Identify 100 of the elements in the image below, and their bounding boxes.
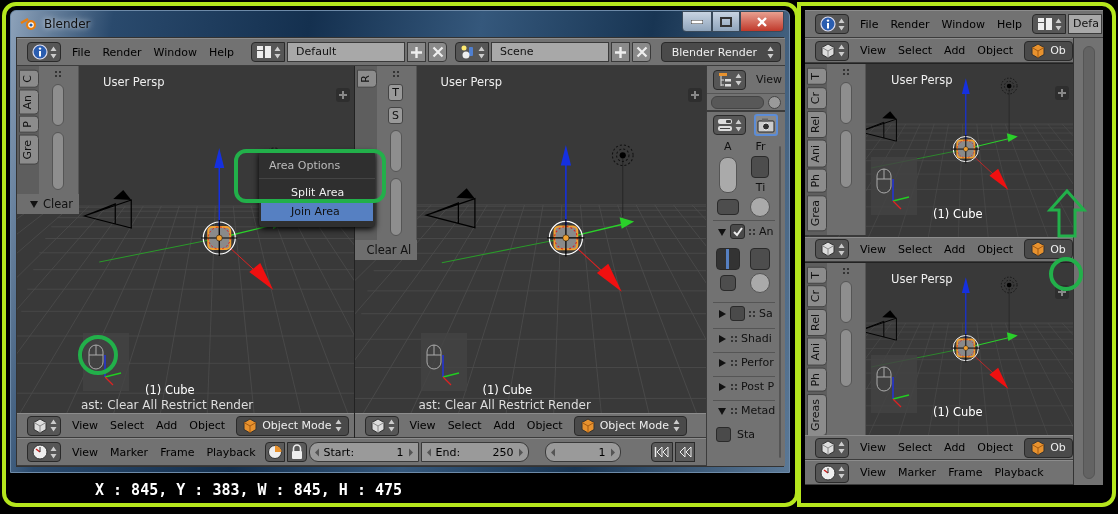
spinner-button[interactable]	[751, 156, 770, 178]
menu-item[interactable]: View	[855, 466, 892, 479]
tool-tab[interactable]: Cr	[807, 285, 827, 308]
menu-item[interactable]: Select	[442, 419, 487, 432]
checkbox[interactable]	[730, 306, 745, 321]
scrollbar[interactable]	[389, 178, 402, 236]
menu-item[interactable]: Add	[939, 441, 971, 454]
scene-name-field[interactable]: Scene	[491, 42, 610, 62]
panel-header[interactable]: Metad	[713, 400, 776, 421]
region-toggle-button[interactable]	[335, 88, 350, 102]
mode-dropdown[interactable]: Ob	[1024, 239, 1073, 259]
mode-dropdown[interactable]: Ob	[1024, 437, 1073, 458]
panel-header[interactable]: Post P	[713, 376, 776, 397]
left-arrow-icon[interactable]	[313, 447, 320, 457]
minimize-button[interactable]	[682, 11, 712, 32]
expand-triangle-icon[interactable]	[717, 381, 727, 392]
right-arrow-icon[interactable]	[517, 447, 524, 457]
menu-item[interactable]: Add	[488, 419, 520, 432]
tool-tab[interactable]: T	[807, 266, 827, 284]
expand-triangle-icon[interactable]	[717, 308, 727, 319]
menu-item[interactable]: File	[855, 17, 884, 31]
scrollbar[interactable]	[1082, 46, 1095, 479]
render-engine-dropdown[interactable]: Blender Render	[660, 42, 781, 62]
panel-header[interactable]: An	[713, 220, 776, 243]
tool-tab[interactable]: Ani	[807, 338, 827, 366]
editor-type-button[interactable]	[713, 115, 746, 135]
menu-item[interactable]: Select	[893, 242, 938, 256]
menu-item[interactable]: Object	[972, 242, 1019, 256]
menu-item[interactable]: View	[67, 419, 104, 432]
collapse-triangle-icon[interactable]	[717, 405, 727, 416]
tool-tab[interactable]: Gre	[19, 134, 39, 165]
menu-item[interactable]: Marker	[105, 445, 154, 459]
end-frame-field[interactable]: End: 250	[420, 442, 529, 462]
toggle-button[interactable]	[718, 157, 737, 193]
tool-tab[interactable]: T	[807, 68, 827, 85]
scrollbar[interactable]	[840, 82, 852, 124]
tool-tab[interactable]: Cr	[807, 86, 827, 109]
layout-browse-button[interactable]	[1032, 14, 1067, 34]
scrollbar[interactable]	[52, 84, 64, 126]
right-arrow-icon[interactable]	[407, 447, 414, 457]
maximize-button[interactable]	[712, 11, 740, 32]
tool-tab[interactable]: Rel	[807, 110, 827, 138]
menu-item[interactable]: Render	[97, 45, 147, 59]
menu-item[interactable]: Object	[972, 44, 1019, 57]
color-bar-button[interactable]	[715, 248, 740, 270]
start-frame-field[interactable]: Start: 1	[308, 442, 419, 462]
tool-tab[interactable]: R	[356, 70, 377, 88]
rewind-button[interactable]	[674, 442, 695, 462]
tool-tab[interactable]: C	[19, 70, 39, 88]
menu-item[interactable]: Frame	[943, 466, 988, 479]
tool-tab[interactable]: Ani	[807, 139, 827, 168]
scrollbar[interactable]	[52, 132, 64, 190]
tool-tab[interactable]: Grea	[807, 195, 827, 232]
dial-button[interactable]	[750, 273, 771, 293]
panel-header[interactable]: Shadi	[713, 328, 776, 349]
menu-item[interactable]: View	[67, 445, 104, 459]
editor-type-button[interactable]	[815, 40, 849, 61]
close-button[interactable]	[740, 11, 784, 32]
menu-item[interactable]: View	[855, 242, 892, 256]
add-button[interactable]	[611, 42, 631, 62]
lock-button[interactable]	[286, 442, 307, 462]
render-tab[interactable]	[754, 114, 778, 136]
editor-type-button[interactable]	[27, 442, 61, 462]
menu-item[interactable]: Add	[939, 44, 971, 57]
editor-type-button[interactable]	[27, 415, 61, 436]
panel-header[interactable]: Sa	[713, 302, 776, 325]
spinner-button[interactable]	[750, 248, 771, 270]
tool-tab[interactable]: Ph	[807, 169, 827, 194]
scene-browse-button[interactable]	[455, 42, 490, 62]
editor-type-button[interactable]	[713, 69, 746, 90]
layout-browse-button[interactable]	[251, 42, 286, 62]
collapse-triangle-icon[interactable]	[29, 199, 39, 209]
layout-name-field[interactable]: Default	[287, 42, 406, 62]
checkbox[interactable]	[716, 427, 731, 442]
current-frame-field[interactable]: 1	[544, 442, 621, 462]
menu-item[interactable]: Frame	[155, 445, 200, 459]
collapse-triangle-icon[interactable]	[717, 226, 727, 237]
region-toggle-button[interactable]	[1055, 86, 1069, 100]
menu-item[interactable]: Split Area	[261, 183, 373, 202]
editor-type-button[interactable]	[815, 239, 849, 259]
left-arrow-icon[interactable]	[549, 447, 556, 457]
mode-dropdown[interactable]: Object Mode	[236, 415, 350, 436]
left-arrow-icon[interactable]	[425, 447, 432, 457]
dial-button[interactable]	[750, 197, 771, 217]
menu-item[interactable]: View	[855, 44, 892, 57]
menu-item[interactable]: View	[404, 419, 441, 432]
menu-item[interactable]: Help	[991, 17, 1028, 31]
keying-button[interactable]	[264, 442, 285, 462]
menu-item[interactable]: Select	[893, 44, 938, 57]
menu-item[interactable]: Playback	[201, 445, 261, 459]
tool-tab[interactable]: Greas	[807, 393, 827, 435]
add-button[interactable]	[407, 42, 427, 62]
menu-item[interactable]: Help	[203, 45, 240, 59]
menu-item[interactable]: Object	[972, 441, 1019, 454]
menu-item[interactable]: Playback	[989, 466, 1049, 479]
toggle-button[interactable]	[716, 199, 739, 215]
right-arrow-icon[interactable]	[609, 447, 616, 457]
editor-type-button[interactable]	[364, 415, 399, 436]
menu-item[interactable]: Select	[105, 419, 150, 432]
checkbox[interactable]	[730, 224, 745, 239]
